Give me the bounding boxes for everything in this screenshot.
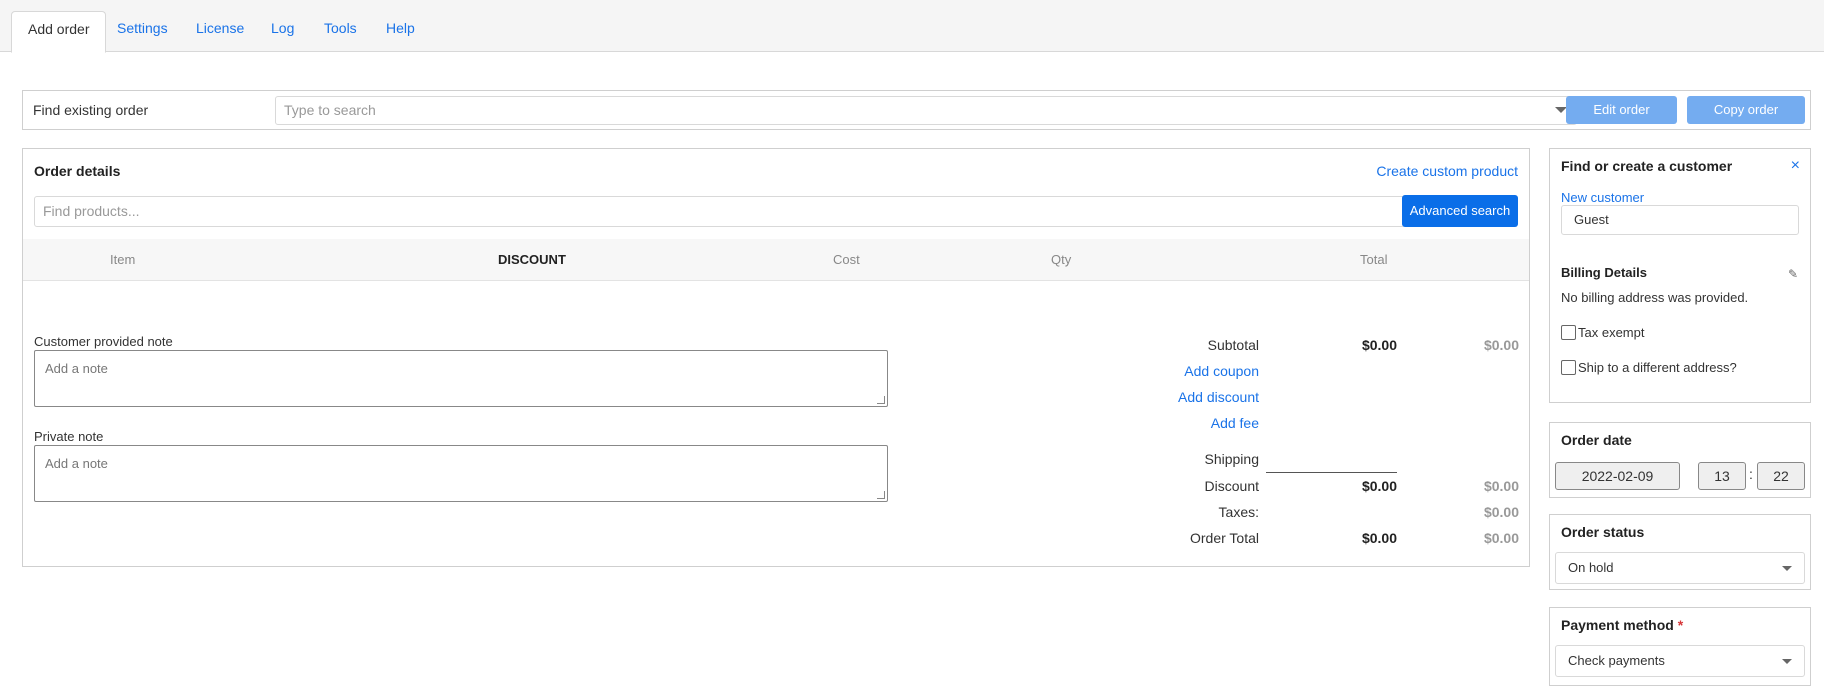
add-fee-link[interactable]: Add fee — [1211, 415, 1259, 431]
subtotal-value: $0.00 — [1361, 337, 1397, 353]
ship-different-row[interactable]: Ship to a different address? — [1561, 360, 1737, 375]
column-total: Total — [1360, 252, 1388, 267]
edit-order-button[interactable]: Edit order — [1566, 96, 1677, 124]
taxes-value-secondary: $0.00 — [1483, 504, 1519, 520]
payment-method-title: Payment method * — [1561, 617, 1683, 633]
shipping-label: Shipping — [1204, 451, 1260, 467]
billing-address-text: No billing address was provided. — [1561, 290, 1749, 305]
taxes-label: Taxes: — [1218, 504, 1259, 520]
order-minute-input[interactable]: 22 — [1757, 462, 1805, 490]
column-item: Item — [110, 252, 136, 267]
discount-label: Discount — [1204, 478, 1259, 494]
payment-method-select[interactable]: Check payments — [1555, 645, 1805, 677]
private-note-placeholder: Add a note — [45, 456, 108, 471]
customer-note-label: Customer provided note — [34, 334, 173, 349]
tax-exempt-label: Tax exempt — [1578, 325, 1645, 340]
subtotal-label: Subtotal — [1207, 337, 1259, 353]
create-custom-product-link[interactable]: Create custom product — [1376, 163, 1518, 179]
billing-details-title: Billing Details — [1561, 265, 1647, 280]
ship-different-label: Ship to a different address? — [1578, 360, 1737, 375]
customer-select-input[interactable]: Guest — [1561, 205, 1799, 235]
tax-exempt-checkbox[interactable] — [1561, 325, 1576, 340]
order-date-panel: Order date 2022-02-09 13 : 22 — [1549, 422, 1811, 498]
payment-method-panel: Payment method * Check payments — [1549, 607, 1811, 686]
payment-method-value: Check payments — [1568, 653, 1665, 668]
discount-value-secondary: $0.00 — [1483, 478, 1519, 494]
time-separator: : — [1749, 466, 1753, 482]
order-status-select[interactable]: On hold — [1555, 552, 1805, 584]
resize-handle-icon[interactable] — [877, 396, 885, 404]
find-products-input[interactable]: Find products... — [34, 196, 1405, 227]
resize-handle-icon[interactable] — [877, 491, 885, 499]
chevron-down-icon[interactable] — [1782, 566, 1792, 571]
tab-tools[interactable]: Tools — [308, 11, 373, 53]
customer-note-textarea[interactable]: Add a note — [34, 350, 888, 407]
discount-value: $0.00 — [1361, 478, 1397, 494]
pencil-icon[interactable]: ✎ — [1788, 267, 1798, 281]
tab-license[interactable]: License — [180, 11, 260, 53]
required-mark: * — [1677, 617, 1684, 633]
shipping-divider — [1266, 472, 1397, 473]
copy-order-button[interactable]: Copy order — [1687, 96, 1805, 124]
order-date-title: Order date — [1561, 432, 1632, 448]
chevron-down-icon[interactable] — [1782, 659, 1792, 664]
customer-panel-title: Find or create a customer — [1561, 158, 1733, 174]
add-discount-link[interactable]: Add discount — [1178, 389, 1259, 405]
private-note-textarea[interactable]: Add a note — [34, 445, 888, 502]
payment-method-label: Payment method — [1561, 617, 1674, 633]
tab-log[interactable]: Log — [255, 11, 310, 53]
subtotal-value-secondary: $0.00 — [1483, 337, 1519, 353]
private-note-label: Private note — [34, 429, 104, 444]
order-details-panel: Order details Create custom product Find… — [22, 148, 1530, 567]
tab-settings[interactable]: Settings — [101, 11, 184, 53]
order-search-input[interactable]: Type to search — [275, 96, 1577, 125]
customer-note-placeholder: Add a note — [45, 361, 108, 376]
add-coupon-link[interactable]: Add coupon — [1184, 363, 1259, 379]
close-icon[interactable]: × — [1791, 158, 1800, 174]
order-date-input[interactable]: 2022-02-09 — [1555, 462, 1680, 490]
order-total-label: Order Total — [1190, 530, 1259, 546]
order-total-value-secondary: $0.00 — [1483, 530, 1519, 546]
find-existing-order-bar: Find existing order Type to search Edit … — [22, 90, 1811, 130]
tax-exempt-row[interactable]: Tax exempt — [1561, 325, 1644, 340]
items-table-header: Item DISCOUNT Cost Qty Total — [23, 239, 1529, 281]
customer-panel: Find or create a customer × New customer… — [1549, 148, 1811, 403]
order-total-value: $0.00 — [1361, 530, 1397, 546]
tab-add-order[interactable]: Add order — [11, 11, 107, 53]
order-hour-input[interactable]: 13 — [1698, 462, 1746, 490]
new-customer-link[interactable]: New customer — [1561, 190, 1644, 205]
column-qty: Qty — [1051, 252, 1072, 267]
ship-different-checkbox[interactable] — [1561, 360, 1576, 375]
order-status-title: Order status — [1561, 524, 1645, 540]
find-existing-order-label: Find existing order — [33, 102, 149, 118]
tab-help[interactable]: Help — [370, 11, 431, 53]
tab-bar: Add order Settings License Log Tools Hel… — [0, 0, 1824, 53]
column-cost: Cost — [833, 252, 860, 267]
order-status-value: On hold — [1568, 560, 1614, 575]
advanced-search-button[interactable]: Advanced search — [1402, 195, 1518, 227]
order-status-panel: Order status On hold — [1549, 514, 1811, 590]
order-details-title: Order details — [34, 163, 121, 179]
column-discount: DISCOUNT — [498, 252, 566, 267]
